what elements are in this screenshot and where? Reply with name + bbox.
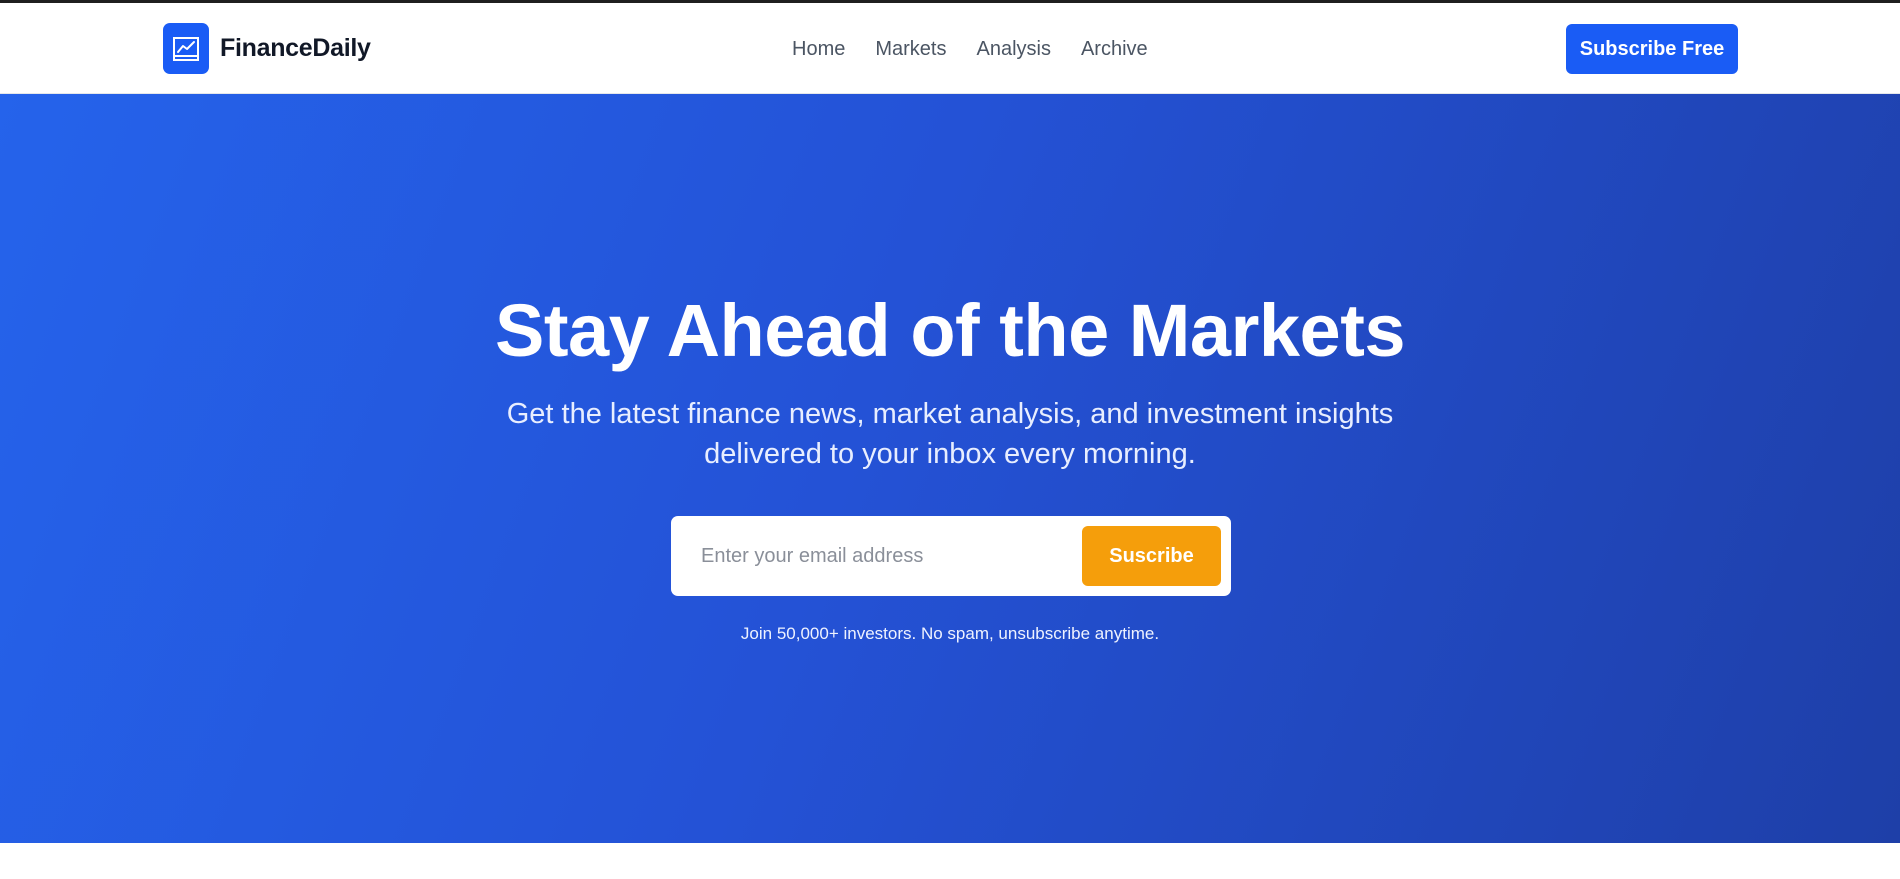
hero-title: Stay Ahead of the Markets xyxy=(494,289,1406,372)
nav-link-analysis[interactable]: Analysis xyxy=(976,37,1050,61)
nav-link-archive[interactable]: Archive xyxy=(1081,37,1148,61)
trend-chart-icon xyxy=(163,23,209,74)
top-navbar: FinanceDaily Home Markets Analysis Archi… xyxy=(0,3,1900,94)
hero-subtitle: Get the latest finance news, market anal… xyxy=(506,398,1394,470)
hero-section: Stay Ahead of the Markets Get the latest… xyxy=(0,94,1900,843)
subscribe-free-button[interactable]: Subscribe Free xyxy=(1566,24,1738,74)
nav-link-home[interactable]: Home xyxy=(792,37,845,61)
newsletter-signup-form: Suscribe xyxy=(671,516,1231,596)
email-input[interactable] xyxy=(701,526,1082,586)
brand[interactable]: FinanceDaily xyxy=(163,23,371,74)
subscribe-submit-button[interactable]: Suscribe xyxy=(1082,526,1221,586)
main-nav: Home Markets Analysis Archive xyxy=(792,37,1148,61)
nav-link-markets[interactable]: Markets xyxy=(875,37,946,61)
brand-name: FinanceDaily xyxy=(220,34,371,62)
hero-note: Join 50,000+ investors. No spam, unsubsc… xyxy=(740,624,1160,643)
